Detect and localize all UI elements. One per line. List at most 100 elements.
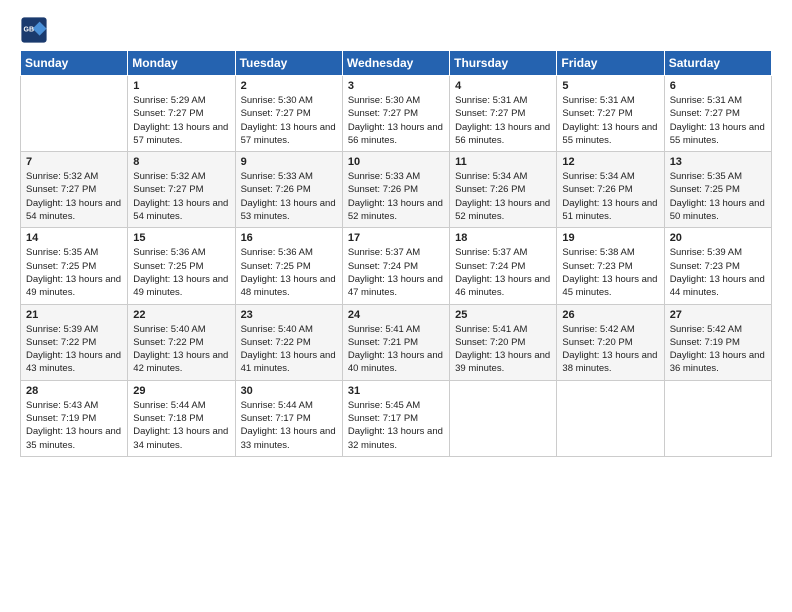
day-info: Sunrise: 5:37 AMSunset: 7:24 PMDaylight:…	[348, 246, 444, 299]
header-cell-sunday: Sunday	[21, 51, 128, 76]
day-info: Sunrise: 5:38 AMSunset: 7:23 PMDaylight:…	[562, 246, 658, 299]
day-number: 29	[133, 385, 229, 397]
header-cell-friday: Friday	[557, 51, 664, 76]
day-cell: 13 Sunrise: 5:35 AMSunset: 7:25 PMDayligh…	[664, 152, 771, 228]
day-cell: 11 Sunrise: 5:34 AMSunset: 7:26 PMDayligh…	[450, 152, 557, 228]
day-number: 5	[562, 80, 658, 92]
header: GB	[20, 16, 772, 44]
day-cell: 16 Sunrise: 5:36 AMSunset: 7:25 PMDayligh…	[235, 228, 342, 304]
page-container: GB SundayMondayTuesdayWednesdayThursdayF…	[0, 0, 792, 467]
day-cell: 14 Sunrise: 5:35 AMSunset: 7:25 PMDayligh…	[21, 228, 128, 304]
day-cell: 21 Sunrise: 5:39 AMSunset: 7:22 PMDayligh…	[21, 304, 128, 380]
day-cell: 7 Sunrise: 5:32 AMSunset: 7:27 PMDaylight…	[21, 152, 128, 228]
day-info: Sunrise: 5:30 AMSunset: 7:27 PMDaylight:…	[348, 94, 444, 147]
day-number: 6	[670, 80, 766, 92]
day-number: 1	[133, 80, 229, 92]
header-cell-wednesday: Wednesday	[342, 51, 449, 76]
day-number: 10	[348, 156, 444, 168]
day-number: 20	[670, 232, 766, 244]
day-number: 12	[562, 156, 658, 168]
day-info: Sunrise: 5:35 AMSunset: 7:25 PMDaylight:…	[26, 246, 122, 299]
day-number: 15	[133, 232, 229, 244]
day-info: Sunrise: 5:39 AMSunset: 7:22 PMDaylight:…	[26, 323, 122, 376]
day-info: Sunrise: 5:41 AMSunset: 7:21 PMDaylight:…	[348, 323, 444, 376]
day-cell: 29Sunrise: 5:44 AMSunset: 7:18 PMDayligh…	[128, 380, 235, 456]
day-number: 18	[455, 232, 551, 244]
day-cell: 25Sunrise: 5:41 AMSunset: 7:20 PMDayligh…	[450, 304, 557, 380]
day-cell: 9 Sunrise: 5:33 AMSunset: 7:26 PMDaylight…	[235, 152, 342, 228]
day-number: 16	[241, 232, 337, 244]
day-cell	[21, 76, 128, 152]
day-info: Sunrise: 5:30 AMSunset: 7:27 PMDaylight:…	[241, 94, 337, 147]
day-cell: 8 Sunrise: 5:32 AMSunset: 7:27 PMDaylight…	[128, 152, 235, 228]
day-info: Sunrise: 5:31 AMSunset: 7:27 PMDaylight:…	[455, 94, 551, 147]
day-info: Sunrise: 5:36 AMSunset: 7:25 PMDaylight:…	[133, 246, 229, 299]
day-info: Sunrise: 5:39 AMSunset: 7:23 PMDaylight:…	[670, 246, 766, 299]
day-number: 19	[562, 232, 658, 244]
day-info: Sunrise: 5:34 AMSunset: 7:26 PMDaylight:…	[455, 170, 551, 223]
day-number: 26	[562, 309, 658, 321]
header-cell-monday: Monday	[128, 51, 235, 76]
day-cell: 15 Sunrise: 5:36 AMSunset: 7:25 PMDayligh…	[128, 228, 235, 304]
week-row-5: 28Sunrise: 5:43 AMSunset: 7:19 PMDayligh…	[21, 380, 772, 456]
day-number: 22	[133, 309, 229, 321]
day-cell: 10 Sunrise: 5:33 AMSunset: 7:26 PMDayligh…	[342, 152, 449, 228]
day-info: Sunrise: 5:40 AMSunset: 7:22 PMDaylight:…	[241, 323, 337, 376]
logo: GB	[20, 16, 52, 44]
day-info: Sunrise: 5:35 AMSunset: 7:25 PMDaylight:…	[670, 170, 766, 223]
calendar-table: SundayMondayTuesdayWednesdayThursdayFrid…	[20, 50, 772, 457]
day-number: 30	[241, 385, 337, 397]
day-info: Sunrise: 5:36 AMSunset: 7:25 PMDaylight:…	[241, 246, 337, 299]
header-row: SundayMondayTuesdayWednesdayThursdayFrid…	[21, 51, 772, 76]
day-cell	[557, 380, 664, 456]
day-info: Sunrise: 5:32 AMSunset: 7:27 PMDaylight:…	[133, 170, 229, 223]
day-cell: 20 Sunrise: 5:39 AMSunset: 7:23 PMDayligh…	[664, 228, 771, 304]
day-cell: 5 Sunrise: 5:31 AMSunset: 7:27 PMDaylight…	[557, 76, 664, 152]
day-cell: 27Sunrise: 5:42 AMSunset: 7:19 PMDayligh…	[664, 304, 771, 380]
day-info: Sunrise: 5:40 AMSunset: 7:22 PMDaylight:…	[133, 323, 229, 376]
day-info: Sunrise: 5:33 AMSunset: 7:26 PMDaylight:…	[348, 170, 444, 223]
day-info: Sunrise: 5:43 AMSunset: 7:19 PMDaylight:…	[26, 399, 122, 452]
day-info: Sunrise: 5:31 AMSunset: 7:27 PMDaylight:…	[670, 94, 766, 147]
day-info: Sunrise: 5:29 AMSunset: 7:27 PMDaylight:…	[133, 94, 229, 147]
week-row-4: 21 Sunrise: 5:39 AMSunset: 7:22 PMDayligh…	[21, 304, 772, 380]
day-info: Sunrise: 5:45 AMSunset: 7:17 PMDaylight:…	[348, 399, 444, 452]
day-info: Sunrise: 5:41 AMSunset: 7:20 PMDaylight:…	[455, 323, 551, 376]
day-info: Sunrise: 5:33 AMSunset: 7:26 PMDaylight:…	[241, 170, 337, 223]
day-cell: 30 Sunrise: 5:44 AMSunset: 7:17 PMDayligh…	[235, 380, 342, 456]
day-info: Sunrise: 5:34 AMSunset: 7:26 PMDaylight:…	[562, 170, 658, 223]
calendar-body: 1 Sunrise: 5:29 AMSunset: 7:27 PMDaylight…	[21, 76, 772, 457]
day-number: 2	[241, 80, 337, 92]
day-info: Sunrise: 5:37 AMSunset: 7:24 PMDaylight:…	[455, 246, 551, 299]
day-cell: 23Sunrise: 5:40 AMSunset: 7:22 PMDayligh…	[235, 304, 342, 380]
day-number: 7	[26, 156, 122, 168]
day-number: 21	[26, 309, 122, 321]
day-cell	[450, 380, 557, 456]
header-cell-tuesday: Tuesday	[235, 51, 342, 76]
week-row-1: 1 Sunrise: 5:29 AMSunset: 7:27 PMDaylight…	[21, 76, 772, 152]
day-info: Sunrise: 5:42 AMSunset: 7:19 PMDaylight:…	[670, 323, 766, 376]
day-info: Sunrise: 5:42 AMSunset: 7:20 PMDaylight:…	[562, 323, 658, 376]
day-cell: 3 Sunrise: 5:30 AMSunset: 7:27 PMDaylight…	[342, 76, 449, 152]
day-info: Sunrise: 5:44 AMSunset: 7:17 PMDaylight:…	[241, 399, 337, 452]
logo-icon: GB	[20, 16, 48, 44]
day-cell: 28Sunrise: 5:43 AMSunset: 7:19 PMDayligh…	[21, 380, 128, 456]
day-number: 31	[348, 385, 444, 397]
day-info: Sunrise: 5:32 AMSunset: 7:27 PMDaylight:…	[26, 170, 122, 223]
day-number: 3	[348, 80, 444, 92]
calendar-header: SundayMondayTuesdayWednesdayThursdayFrid…	[21, 51, 772, 76]
day-cell: 6 Sunrise: 5:31 AMSunset: 7:27 PMDaylight…	[664, 76, 771, 152]
day-info: Sunrise: 5:31 AMSunset: 7:27 PMDaylight:…	[562, 94, 658, 147]
day-number: 14	[26, 232, 122, 244]
day-number: 9	[241, 156, 337, 168]
week-row-2: 7 Sunrise: 5:32 AMSunset: 7:27 PMDaylight…	[21, 152, 772, 228]
day-number: 13	[670, 156, 766, 168]
header-cell-thursday: Thursday	[450, 51, 557, 76]
day-cell: 2 Sunrise: 5:30 AMSunset: 7:27 PMDaylight…	[235, 76, 342, 152]
day-number: 4	[455, 80, 551, 92]
day-number: 8	[133, 156, 229, 168]
day-number: 11	[455, 156, 551, 168]
week-row-3: 14 Sunrise: 5:35 AMSunset: 7:25 PMDayligh…	[21, 228, 772, 304]
day-cell	[664, 380, 771, 456]
day-cell: 12 Sunrise: 5:34 AMSunset: 7:26 PMDayligh…	[557, 152, 664, 228]
